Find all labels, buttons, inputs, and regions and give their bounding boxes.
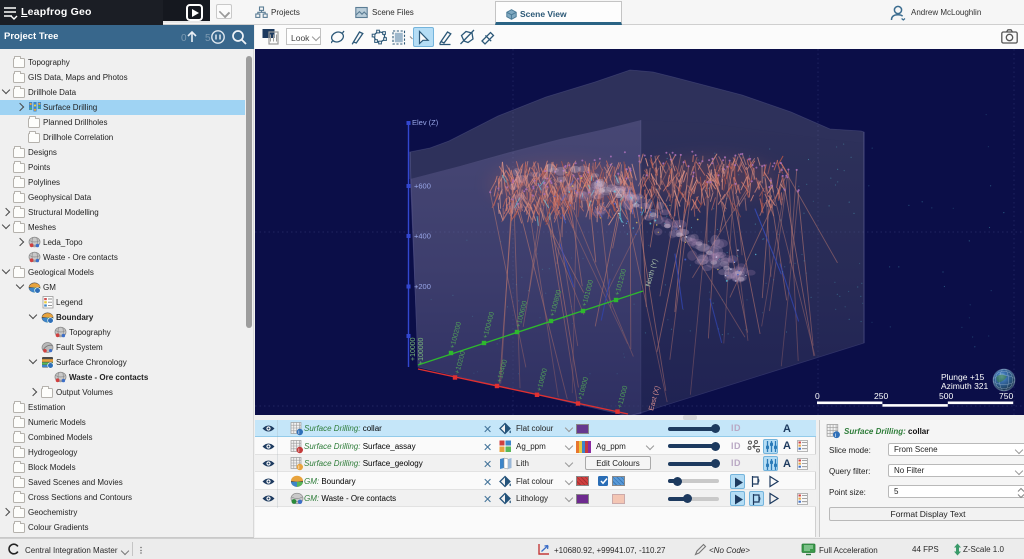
svg-text:250: 250: [874, 391, 888, 401]
svg-text:+100000: +100000: [418, 337, 425, 365]
svg-text:+200: +200: [414, 282, 431, 291]
svg-text:i: i: [298, 430, 299, 436]
svg-text:Elev (Z): Elev (Z): [412, 118, 439, 127]
svg-text:Azimuth 321: Azimuth 321: [941, 381, 989, 391]
svg-text:i: i: [298, 448, 299, 454]
svg-text:+400: +400: [414, 232, 431, 241]
svg-text:750: 750: [999, 391, 1013, 401]
svg-text:500: 500: [939, 391, 953, 401]
svg-text:+10000: +10000: [410, 337, 417, 361]
svg-text:0: 0: [815, 391, 820, 401]
svg-text:0: 0: [181, 33, 187, 44]
svg-text:i: i: [835, 433, 836, 439]
svg-text:5: 5: [205, 33, 211, 44]
svg-text:i: i: [298, 465, 299, 471]
svg-text:+600: +600: [414, 182, 431, 191]
